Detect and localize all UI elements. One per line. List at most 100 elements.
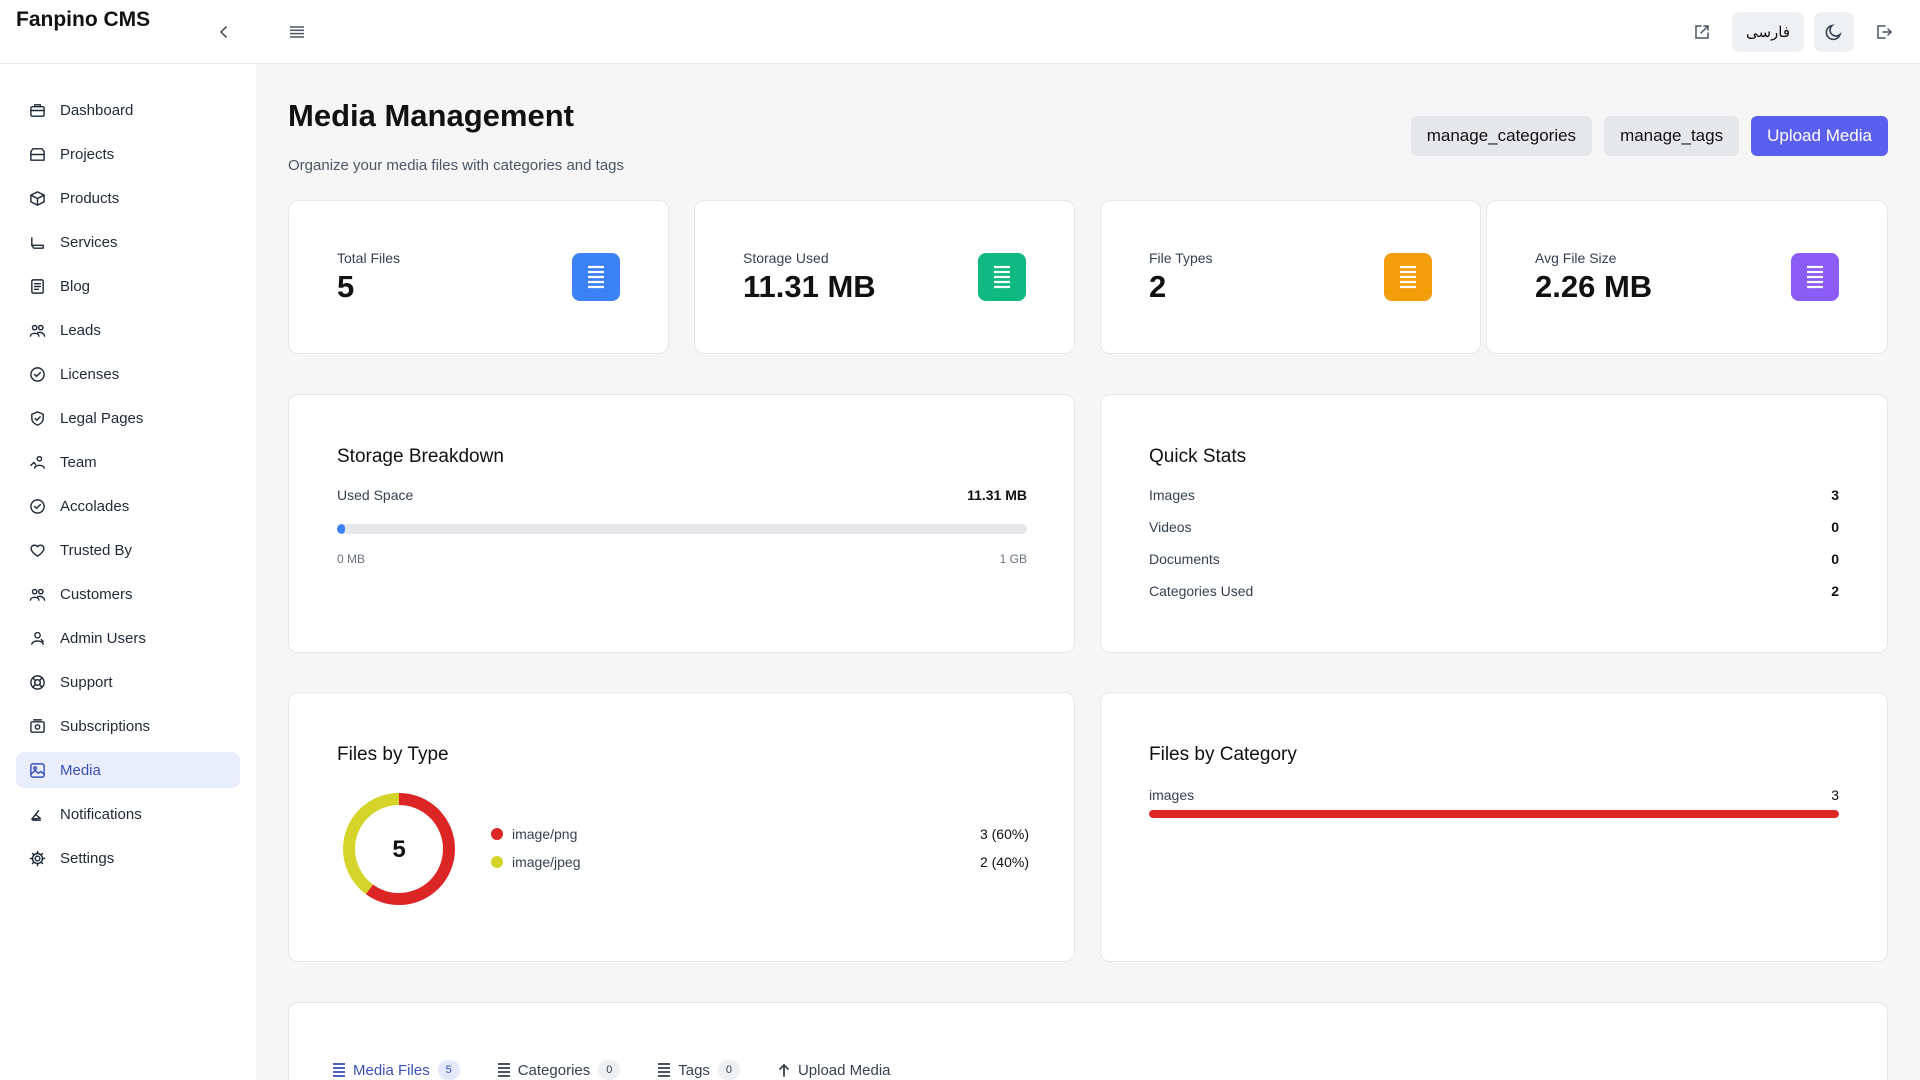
sidebar-item-label: Legal Pages — [60, 409, 144, 427]
files-by-category-card: Files by Category images 3 — [1100, 692, 1888, 962]
tab-media-files[interactable]: Media Files 5 — [333, 1060, 460, 1080]
logout-icon — [1877, 25, 1893, 39]
tab-tags[interactable]: Tags 0 — [658, 1060, 740, 1080]
list-icon — [497, 1062, 510, 1078]
avg-file-size-value: 2.26 MB — [1535, 269, 1653, 304]
sidebar-item-label: Admin Users — [60, 629, 146, 647]
page-title: Media Management — [288, 98, 574, 133]
collapse-sidebar-button[interactable] — [212, 20, 236, 44]
sidebar-item-team[interactable]: Team — [16, 444, 240, 480]
sidebar-item-customers[interactable]: Customers — [16, 576, 240, 612]
heart-icon — [28, 541, 46, 559]
sidebar-item-label: Projects — [60, 145, 115, 163]
sidebar-item-label: Leads — [60, 321, 101, 339]
page-actions: manage_categories manage_tags Upload Med… — [1410, 116, 1888, 156]
chevron-left-icon — [219, 26, 227, 38]
category-bar — [1149, 810, 1839, 818]
tab-label: Tags — [678, 1061, 710, 1079]
media-tabs-card: Media Files 5 Categories 0 Tags 0 Upload Me… — [288, 1002, 1888, 1080]
legend-label: image/png — [512, 826, 578, 842]
box-icon — [28, 189, 46, 207]
sidebar-item-services[interactable]: Services — [16, 224, 240, 260]
quick-stat-label: Images — [1149, 487, 1195, 503]
manage-categories-button[interactable]: manage_categories — [1410, 116, 1593, 156]
sidebar-item-blog[interactable]: Blog — [16, 268, 240, 304]
quick-stat-value: 0 — [1831, 519, 1839, 535]
brand-name: Fanpino CMS — [16, 8, 151, 31]
logout-button[interactable] — [1864, 12, 1904, 52]
open-site-button[interactable] — [1682, 12, 1722, 52]
sidebar-item-subscriptions[interactable]: Subscriptions — [16, 708, 240, 744]
dark-mode-toggle[interactable] — [1814, 12, 1854, 52]
quick-stat-row: Categories Used 2 — [1149, 583, 1839, 599]
check-circle-icon — [28, 365, 46, 383]
top-bar: Fanpino CMS فارسی — [0, 0, 1920, 64]
quick-stat-value: 2 — [1831, 583, 1839, 599]
page-subtitle: Organize your media files with categorie… — [288, 157, 625, 174]
sidebar-item-projects[interactable]: Projects — [16, 136, 240, 172]
image-icon — [28, 761, 46, 779]
media-tabs: Media Files 5 Categories 0 Tags 0 Upload Me… — [333, 1060, 891, 1080]
avg-file-size-label: Avg File Size — [1535, 250, 1617, 266]
legend-row: image/jpeg 2 (40%) — [491, 854, 1029, 870]
legend-dot — [491, 828, 503, 840]
sidebar-item-products[interactable]: Products — [16, 180, 240, 216]
upload-media-button[interactable]: Upload Media — [1751, 116, 1888, 156]
quick-stats-title: Quick Stats — [1149, 446, 1247, 467]
storage-min-label: 0 MB — [337, 552, 366, 566]
sidebar-item-leads[interactable]: Leads — [16, 312, 240, 348]
legend-label: image/jpeg — [512, 854, 581, 870]
gear-icon — [28, 849, 46, 867]
quick-stat-label: Documents — [1149, 551, 1220, 567]
legend-value: 3 (60%) — [979, 826, 1029, 842]
menu-toggle-button[interactable] — [285, 20, 309, 44]
language-switch-button[interactable]: فارسی — [1731, 12, 1804, 52]
sidebar-item-label: Team — [60, 453, 97, 471]
quick-stat-row: Images 3 — [1149, 487, 1839, 503]
files-by-type-title: Files by Type — [337, 744, 449, 765]
external-link-icon — [1695, 25, 1709, 39]
main-content: Media Management Organize your media fil… — [256, 64, 1920, 1080]
moon-icon — [1825, 24, 1842, 41]
storage-breakdown-card: Storage Breakdown Used Space 11.31 MB 0 … — [288, 394, 1075, 653]
sidebar-item-label: Dashboard — [60, 101, 134, 119]
quick-stat-row: Documents 0 — [1149, 551, 1839, 567]
list-icon — [333, 1062, 345, 1078]
file-types-card: File Types 2 — [1100, 200, 1481, 354]
sidebar-item-accolades[interactable]: Accolades — [16, 488, 240, 524]
people-icon — [28, 585, 46, 603]
category-bar-fill — [1149, 810, 1839, 818]
sidebar-item-media[interactable]: Media — [16, 752, 240, 788]
briefcase-icon — [28, 101, 46, 119]
used-space-value: 11.31 MB — [967, 487, 1027, 503]
sidebar-item-label: Support — [60, 673, 113, 691]
quick-stat-value: 3 — [1831, 487, 1839, 503]
sidebar-item-legal-pages[interactable]: Legal Pages — [16, 400, 240, 436]
donut-total: 5 — [392, 836, 405, 863]
sidebar-item-licenses[interactable]: Licenses — [16, 356, 240, 392]
sidebar-item-label: Licenses — [60, 365, 120, 383]
file-icon — [978, 253, 1026, 301]
sidebar-nav: Dashboard Projects Products Services Blog Lea… — [0, 64, 256, 876]
quick-stats-card: Quick Stats Images 3 Videos 0 Documents 0 C… — [1100, 394, 1888, 653]
sidebar-item-admin-users[interactable]: Admin Users — [16, 620, 240, 656]
upload-icon — [778, 1063, 790, 1077]
document-icon — [28, 277, 46, 295]
tab-categories[interactable]: Categories 0 — [497, 1060, 621, 1080]
sidebar-item-notifications[interactable]: Notifications — [16, 796, 240, 832]
folder-icon — [28, 145, 46, 163]
storage-used-label: Storage Used — [743, 250, 829, 266]
sidebar-item-label: Notifications — [60, 805, 142, 823]
sidebar-item-label: Services — [60, 233, 118, 251]
files-by-category-title: Files by Category — [1149, 744, 1297, 765]
sidebar-item-trusted-by[interactable]: Trusted By — [16, 532, 240, 568]
manage-tags-button[interactable]: manage_tags — [1604, 116, 1740, 156]
shield-icon — [28, 409, 46, 427]
total-files-value: 5 — [337, 269, 355, 304]
sidebar-item-support[interactable]: Support — [16, 664, 240, 700]
legend-row: image/png 3 (60%) — [491, 826, 1029, 842]
tab-upload-media[interactable]: Upload Media — [778, 1060, 891, 1080]
sidebar-item-settings[interactable]: Settings — [16, 840, 240, 876]
sidebar-item-dashboard[interactable]: Dashboard — [16, 92, 240, 128]
quick-stat-label: Videos — [1149, 519, 1192, 535]
